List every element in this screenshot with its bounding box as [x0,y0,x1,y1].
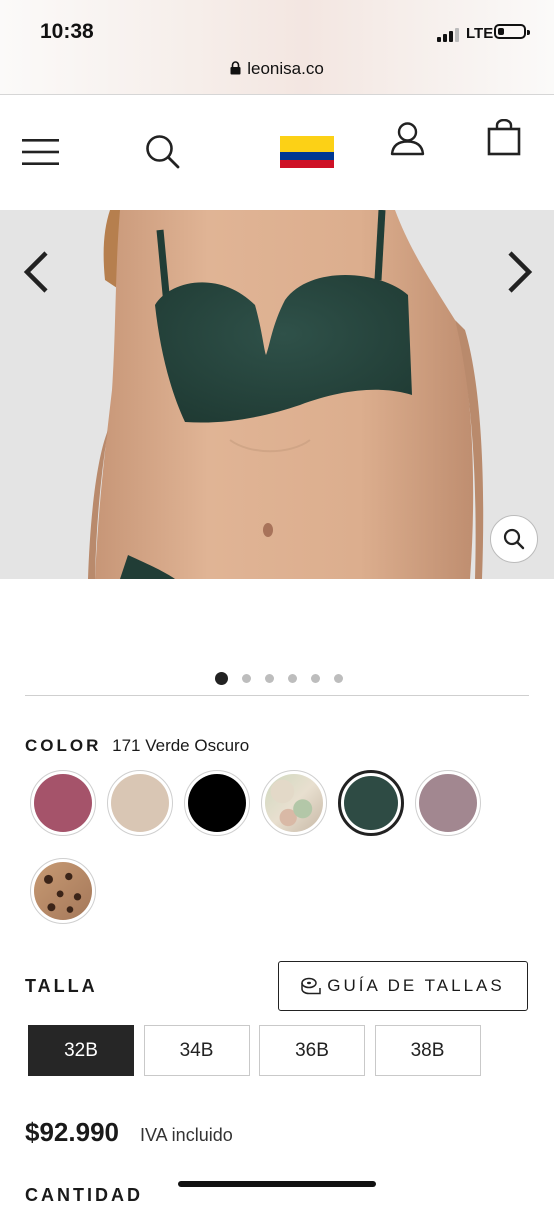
colombia-flag-icon[interactable] [280,136,334,168]
gallery-pagination [0,672,554,685]
site-header [0,95,554,211]
home-indicator[interactable] [178,1181,376,1187]
size-option-34b[interactable]: 34B [143,1025,250,1076]
size-guide-label: GUÍA DE TALLAS [327,976,505,995]
menu-icon[interactable] [22,138,59,166]
product-price: $92.990 [25,1117,119,1147]
network-label: LTE [466,25,494,42]
product-image[interactable] [0,210,554,579]
status-bar: 10:38 LTE leonisa.co [0,0,554,95]
color-label: COLOR [25,736,102,755]
next-arrow-icon[interactable] [506,250,534,294]
divider [25,695,529,696]
color-swatch-leopard[interactable] [30,858,96,924]
color-swatch-fill [188,774,246,832]
tax-note: IVA incluido [140,1125,233,1145]
color-swatch-print[interactable] [261,770,327,836]
gallery-dot[interactable] [288,674,297,683]
color-swatch-fill [111,774,169,832]
bag-icon[interactable] [487,119,521,156]
size-option-38b[interactable]: 38B [374,1025,481,1076]
size-label: TALLA [25,976,98,996]
size-guide-button[interactable]: GUÍA DE TALLAS [278,961,528,1011]
gallery-dot[interactable] [215,672,228,685]
signal-icon [437,28,459,42]
product-photo [88,210,484,579]
color-swatch-mauve[interactable] [415,770,481,836]
color-swatch-verde-oscuro[interactable] [338,770,404,836]
color-swatch-black[interactable] [184,770,250,836]
account-icon[interactable] [390,122,425,156]
search-icon[interactable] [145,134,180,169]
color-swatch-fill [265,774,323,832]
address-bar[interactable]: leonisa.co [0,59,554,79]
color-heading: COLOR 171 Verde Oscuro [25,736,249,756]
previous-arrow-icon[interactable] [22,250,50,294]
gallery-dot[interactable] [265,674,274,683]
gallery-dot[interactable] [242,674,251,683]
zoom-button[interactable] [490,515,538,563]
url-text: leonisa.co [247,59,324,78]
gallery-dot[interactable] [334,674,343,683]
tape-measure-icon [301,977,322,995]
battery-icon [494,24,530,39]
color-swatch-fill [34,774,92,832]
size-option-32b[interactable]: 32B [28,1025,134,1076]
color-swatch-fill [419,774,477,832]
selected-color-name: 171 Verde Oscuro [112,736,250,755]
lock-icon [230,61,241,75]
size-option-36b[interactable]: 36B [259,1025,365,1076]
quantity-label: CANTIDAD [25,1185,143,1205]
status-time: 10:38 [40,20,94,43]
color-swatch-rose[interactable] [30,770,96,836]
gallery-dot[interactable] [311,674,320,683]
color-swatch-nude[interactable] [107,770,173,836]
color-swatch-fill [34,862,92,920]
zoom-icon [503,528,525,550]
color-swatch-fill [344,776,398,830]
